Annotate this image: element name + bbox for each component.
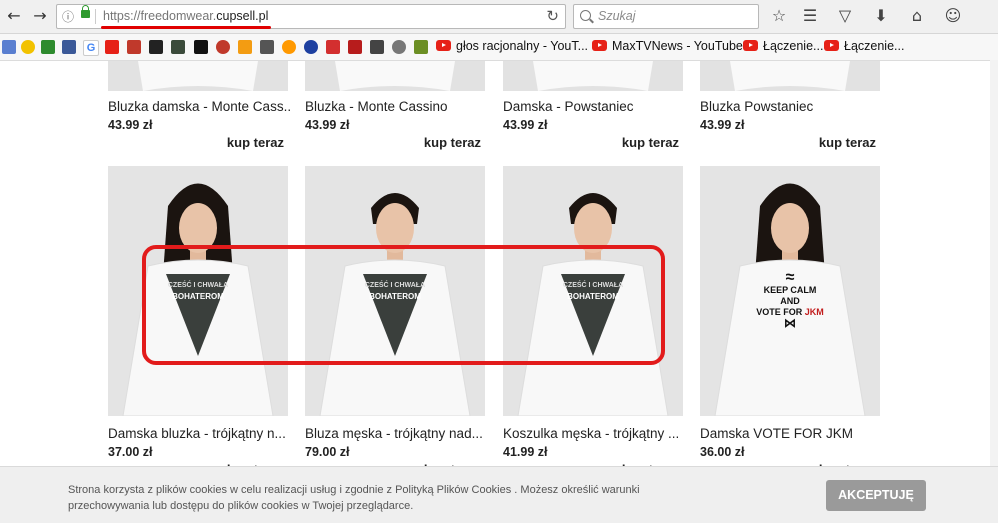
buy-now-link[interactable]: kup teraz bbox=[424, 135, 481, 150]
product-name[interactable]: Bluza męska - trójkątny nad... bbox=[305, 426, 487, 441]
download-icon[interactable]: ⬇ bbox=[870, 5, 892, 27]
bookmarks-bar: G głos racjonalny - YouT... MaxTVNews - … bbox=[0, 34, 998, 61]
product-image[interactable] bbox=[305, 61, 485, 91]
bookmark-label: Łączenie... bbox=[844, 39, 905, 53]
bookmark-icon[interactable] bbox=[149, 40, 163, 54]
facebook-icon[interactable] bbox=[62, 40, 76, 54]
product-price: 41.99 zł bbox=[503, 445, 548, 459]
amazon-icon[interactable] bbox=[282, 40, 296, 54]
url-domain: cupsell.pl bbox=[216, 9, 269, 23]
accept-cookies-button[interactable]: AKCEPTUJĘ bbox=[826, 480, 926, 511]
product-name[interactable]: Bluzka - Monte Cassino bbox=[305, 99, 487, 114]
google-icon[interactable]: G bbox=[83, 40, 99, 56]
bookmark-item[interactable]: Łączenie... bbox=[743, 39, 823, 55]
youtube-icon bbox=[592, 40, 607, 51]
bookmark-label: głos racjonalny - YouT... bbox=[456, 39, 589, 53]
bookmark-icon[interactable] bbox=[370, 40, 384, 54]
pocket-icon[interactable]: ▽ bbox=[834, 5, 856, 27]
forward-icon[interactable]: → bbox=[30, 6, 50, 26]
youtube-icon[interactable] bbox=[105, 40, 119, 54]
bookmark-icon[interactable] bbox=[216, 40, 230, 54]
bookmark-icon[interactable] bbox=[2, 40, 16, 54]
scrollbar[interactable] bbox=[990, 60, 998, 466]
product-name[interactable]: Damska bluzka - trójkątny n... bbox=[108, 426, 290, 441]
bookmark-icon[interactable] bbox=[260, 40, 274, 54]
product-image[interactable] bbox=[503, 61, 683, 91]
youtube-icon bbox=[743, 40, 758, 51]
bookmark-icon[interactable] bbox=[326, 40, 340, 54]
highlight-annotation-box bbox=[142, 245, 665, 365]
product-price: 37.00 zł bbox=[108, 445, 153, 459]
bookmark-icon[interactable] bbox=[194, 40, 208, 54]
bookmark-icon[interactable] bbox=[238, 40, 252, 54]
product-price: 79.00 zł bbox=[305, 445, 350, 459]
product-price: 43.99 zł bbox=[503, 118, 548, 132]
product-name[interactable]: Damska - Powstaniec bbox=[503, 99, 685, 114]
bookmark-item[interactable]: głos racjonalny - YouT... bbox=[436, 39, 588, 55]
buy-now-link[interactable]: kup teraz bbox=[819, 135, 876, 150]
url-text[interactable]: https://freedomwear.cupsell.pl bbox=[103, 9, 268, 23]
search-placeholder: Szukaj bbox=[598, 9, 636, 23]
info-icon[interactable]: ⓘ bbox=[62, 8, 74, 25]
model-photo-partial bbox=[503, 61, 683, 91]
back-icon[interactable]: ← bbox=[4, 6, 24, 26]
product-image[interactable] bbox=[108, 61, 288, 91]
print-line: AND bbox=[780, 296, 800, 306]
bookmark-icon[interactable] bbox=[304, 40, 318, 54]
buy-now-link[interactable]: kup teraz bbox=[622, 135, 679, 150]
print-line: KEEP CALM bbox=[763, 285, 817, 295]
url-annotation-underline bbox=[101, 26, 271, 29]
bookmark-icon[interactable] bbox=[348, 40, 362, 54]
bookmark-icon[interactable] bbox=[171, 40, 185, 54]
print-jkm: ≈ KEEP CALM AND VOTE FOR JKM ⋈ bbox=[700, 269, 880, 330]
product-image[interactable] bbox=[700, 61, 880, 91]
product-price: 36.00 zł bbox=[700, 445, 745, 459]
browser-toolbar: ← → ⓘ https://freedomwear.cupsell.pl ↻ S… bbox=[0, 0, 998, 34]
reading-list-icon[interactable]: ☰ bbox=[799, 5, 821, 27]
bowtie-icon: ⋈ bbox=[784, 316, 796, 330]
product-name[interactable]: Bluzka Powstaniec bbox=[700, 99, 882, 114]
globe-icon[interactable] bbox=[392, 40, 406, 54]
bookmark-item[interactable]: MaxTVNews - YouTube bbox=[592, 39, 743, 55]
product-price: 43.99 zł bbox=[700, 118, 745, 132]
bookmark-label: MaxTVNews - YouTube bbox=[612, 39, 743, 53]
product-price: 43.99 zł bbox=[108, 118, 153, 132]
model-photo-partial bbox=[700, 61, 880, 91]
model-photo-partial bbox=[305, 61, 485, 91]
youtube-icon bbox=[436, 40, 451, 51]
url-prefix: https://freedomwear. bbox=[103, 9, 217, 23]
search-icon bbox=[580, 10, 591, 21]
product-price: 43.99 zł bbox=[305, 118, 350, 132]
bookmark-icon[interactable] bbox=[41, 40, 55, 54]
home-icon[interactable]: ⌂ bbox=[906, 5, 928, 27]
bookmark-label: Łączenie... bbox=[763, 39, 824, 53]
model-photo-partial bbox=[108, 61, 288, 91]
star-icon[interactable]: ☆ bbox=[768, 5, 790, 27]
product-image[interactable]: ≈ KEEP CALM AND VOTE FOR JKM ⋈ bbox=[700, 166, 880, 416]
youtube-icon bbox=[824, 40, 839, 51]
url-divider bbox=[95, 9, 96, 24]
buy-now-link[interactable]: kup teraz bbox=[227, 135, 284, 150]
lock-icon bbox=[81, 5, 90, 18]
bookmark-icon[interactable] bbox=[127, 40, 141, 54]
product-name[interactable]: Damska VOTE FOR JKM bbox=[700, 426, 882, 441]
bookmark-item[interactable]: Łączenie... bbox=[824, 39, 904, 55]
bookmark-icon[interactable] bbox=[414, 40, 428, 54]
mustache-icon: ≈ bbox=[785, 269, 795, 286]
search-bar[interactable]: Szukaj bbox=[573, 4, 759, 29]
product-name[interactable]: Bluzka damska - Monte Cass... bbox=[108, 99, 290, 114]
cookie-text: Strona korzysta z plików cookies w celu … bbox=[68, 484, 640, 512]
reload-icon[interactable]: ↻ bbox=[546, 7, 559, 25]
cookie-banner: Strona korzysta z plików cookies w celu … bbox=[0, 466, 998, 523]
product-name[interactable]: Koszulka męska - trójkątny ... bbox=[503, 426, 685, 441]
bookmark-icon[interactable] bbox=[21, 40, 35, 54]
chat-icon[interactable]: ☺ bbox=[942, 5, 964, 27]
print-accent: JKM bbox=[804, 307, 824, 317]
